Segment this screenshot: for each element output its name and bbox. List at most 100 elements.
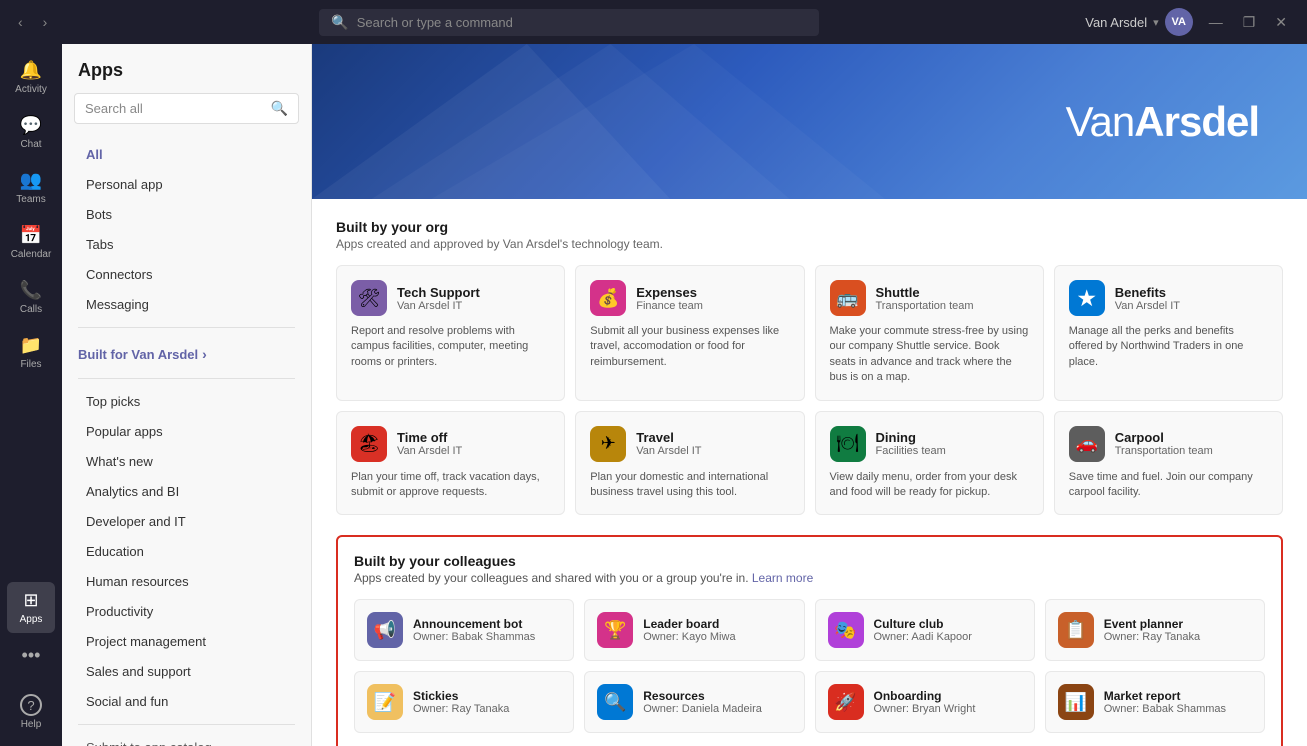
sidebar-item-chat[interactable]: 💬 Chat — [7, 107, 55, 158]
colleague-header: 🔍 Resources Owner: Daniela Madeira — [597, 684, 791, 720]
apps-icon: ⊞ — [23, 590, 38, 611]
colleagues-subtitle-text: Apps created by your colleagues and shar… — [354, 571, 749, 585]
sidebar-submit-catalog[interactable]: Submit to app catalog — [70, 733, 303, 746]
title-search-bar[interactable]: 🔍 — [319, 9, 819, 36]
forward-button[interactable]: › — [37, 10, 54, 34]
benefits-icon: ★ — [1069, 280, 1105, 316]
sidebar-search-input[interactable] — [85, 101, 263, 116]
app-card-dining[interactable]: 🍽 Dining Facilities team View daily menu… — [815, 411, 1044, 516]
sidebar-item-label: Calls — [20, 304, 42, 315]
colleague-card-onboarding[interactable]: 🚀 Onboarding Owner: Bryan Wright — [815, 671, 1035, 733]
app-card-header: 🍽 Dining Facilities team — [830, 426, 1029, 462]
colleague-card-culture-club[interactable]: 🎭 Culture club Owner: Aadi Kapoor — [815, 599, 1035, 661]
sidebar-nav-tabs[interactable]: Tabs — [70, 230, 303, 259]
app-name: Shuttle — [876, 285, 974, 300]
colleague-owner: Owner: Daniela Madeira — [643, 703, 762, 715]
help-icon: ? — [20, 694, 42, 716]
sidebar-nav-sales[interactable]: Sales and support — [70, 657, 303, 686]
sidebar-item-label: Apps — [20, 614, 43, 625]
app-card-header: 🚗 Carpool Transportation team — [1069, 426, 1268, 462]
sidebar-nav-social[interactable]: Social and fun — [70, 687, 303, 716]
sidebar-nav-top-picks[interactable]: Top picks — [70, 387, 303, 416]
sidebar-item-teams[interactable]: 👥 Teams — [7, 162, 55, 213]
app-team: Van Arsdel IT — [1115, 300, 1180, 312]
app-card-shuttle[interactable]: 🚌 Shuttle Transportation team Make your … — [815, 265, 1044, 401]
sidebar-nav-bots[interactable]: Bots — [70, 200, 303, 229]
colleague-card-event-planner[interactable]: 📋 Event planner Owner: Ray Tanaka — [1045, 599, 1265, 661]
search-icon: 🔍 — [271, 100, 288, 117]
colleague-name: Event planner — [1104, 617, 1200, 631]
colleague-owner: Owner: Kayo Miwa — [643, 631, 735, 643]
app-team: Van Arsdel IT — [636, 445, 701, 457]
learn-more-link[interactable]: Learn more — [752, 571, 813, 585]
built-by-org-title: Built by your org — [336, 219, 1283, 235]
sidebar-item-files[interactable]: 📁 Files — [7, 327, 55, 378]
app-card-time-off[interactable]: 🏖 Time off Van Arsdel IT Plan your time … — [336, 411, 565, 516]
sidebar-search-bar[interactable]: 🔍 — [74, 93, 299, 124]
app-card-header: 💰 Expenses Finance team — [590, 280, 789, 316]
app-card-header: ✈ Travel Van Arsdel IT — [590, 426, 789, 462]
colleagues-subtitle: Apps created by your colleagues and shar… — [354, 571, 1265, 585]
colleague-name: Culture club — [874, 617, 972, 631]
sidebar-item-apps[interactable]: ⊞ Apps — [7, 582, 55, 633]
colleague-card-market-report[interactable]: 📊 Market report Owner: Babak Shammas — [1045, 671, 1265, 733]
tech-support-icon: 🛠 — [351, 280, 387, 316]
username-label: Van Arsdel — [1085, 15, 1147, 30]
colleague-header: 📊 Market report Owner: Babak Shammas — [1058, 684, 1252, 720]
travel-icon: ✈ — [590, 426, 626, 462]
app-card-tech-support[interactable]: 🛠 Tech Support Van Arsdel IT Report and … — [336, 265, 565, 401]
sidebar-nav-all[interactable]: All — [70, 140, 303, 169]
sidebar-item-activity[interactable]: 🔔 Activity — [7, 52, 55, 103]
onboarding-icon: 🚀 — [828, 684, 864, 720]
leader-board-icon: 🏆 — [597, 612, 633, 648]
sidebar-nav-project[interactable]: Project management — [70, 627, 303, 656]
built-for-header[interactable]: Built for Van Arsdel › — [62, 336, 311, 370]
sidebar-nav-human-resources[interactable]: Human resources — [70, 567, 303, 596]
colleague-card-resources[interactable]: 🔍 Resources Owner: Daniela Madeira — [584, 671, 804, 733]
colleague-owner: Owner: Bryan Wright — [874, 703, 976, 715]
chevron-right-icon: › — [202, 346, 207, 362]
sidebar-item-more[interactable]: ••• — [7, 637, 55, 674]
app-card-header: 🚌 Shuttle Transportation team — [830, 280, 1029, 316]
colleague-card-stickies[interactable]: 📝 Stickies Owner: Ray Tanaka — [354, 671, 574, 733]
maximize-button[interactable]: ❐ — [1235, 10, 1264, 35]
main-content: VanArsdel Built by your org Apps created… — [312, 44, 1307, 746]
sidebar-item-calendar[interactable]: 📅 Calendar — [7, 217, 55, 268]
sidebar-nav-education[interactable]: Education — [70, 537, 303, 566]
sidebar-item-help[interactable]: ? Help — [7, 686, 55, 738]
sidebar-nav-popular[interactable]: Popular apps — [70, 417, 303, 446]
time-off-icon: 🏖 — [351, 426, 387, 462]
app-card-expenses[interactable]: 💰 Expenses Finance team Submit all your … — [575, 265, 804, 401]
main-layout: 🔔 Activity 💬 Chat 👥 Teams 📅 Calendar 📞 C… — [0, 44, 1307, 746]
app-card-benefits[interactable]: ★ Benefits Van Arsdel IT Manage all the … — [1054, 265, 1283, 401]
app-name: Travel — [636, 430, 701, 445]
back-button[interactable]: ‹ — [12, 10, 29, 34]
sidebar-item-calls[interactable]: 📞 Calls — [7, 272, 55, 323]
sidebar-nav-connectors[interactable]: Connectors — [70, 260, 303, 289]
banner: VanArsdel — [312, 44, 1307, 199]
sidebar-nav-analytics[interactable]: Analytics and BI — [70, 477, 303, 506]
minimize-button[interactable]: — — [1201, 10, 1231, 35]
colleague-card-leader-board[interactable]: 🏆 Leader board Owner: Kayo Miwa — [584, 599, 804, 661]
sidebar-nav-personal[interactable]: Personal app — [70, 170, 303, 199]
app-desc: Manage all the perks and benefits offere… — [1069, 324, 1268, 370]
sidebar-nav-whats-new[interactable]: What's new — [70, 447, 303, 476]
title-search-input[interactable] — [357, 15, 808, 30]
app-name: Benefits — [1115, 285, 1180, 300]
content-inner: Built by your org Apps created and appro… — [312, 199, 1307, 746]
left-nav: 🔔 Activity 💬 Chat 👥 Teams 📅 Calendar 📞 C… — [0, 44, 62, 746]
sidebar-item-label: Teams — [16, 194, 45, 205]
app-card-travel[interactable]: ✈ Travel Van Arsdel IT Plan your domesti… — [575, 411, 804, 516]
shuttle-icon: 🚌 — [830, 280, 866, 316]
app-card-carpool[interactable]: 🚗 Carpool Transportation team Save time … — [1054, 411, 1283, 516]
sidebar-nav-productivity[interactable]: Productivity — [70, 597, 303, 626]
market-report-icon: 📊 — [1058, 684, 1094, 720]
sidebar-nav-developer[interactable]: Developer and IT — [70, 507, 303, 536]
user-info[interactable]: Van Arsdel ▾ VA — [1085, 8, 1192, 36]
resources-icon: 🔍 — [597, 684, 633, 720]
sidebar-nav-messaging[interactable]: Messaging — [70, 290, 303, 319]
close-button[interactable]: ✕ — [1267, 10, 1295, 35]
colleague-card-announcement-bot[interactable]: 📢 Announcement bot Owner: Babak Shammas — [354, 599, 574, 661]
app-desc: Plan your time off, track vacation days,… — [351, 470, 550, 501]
dining-icon: 🍽 — [830, 426, 866, 462]
